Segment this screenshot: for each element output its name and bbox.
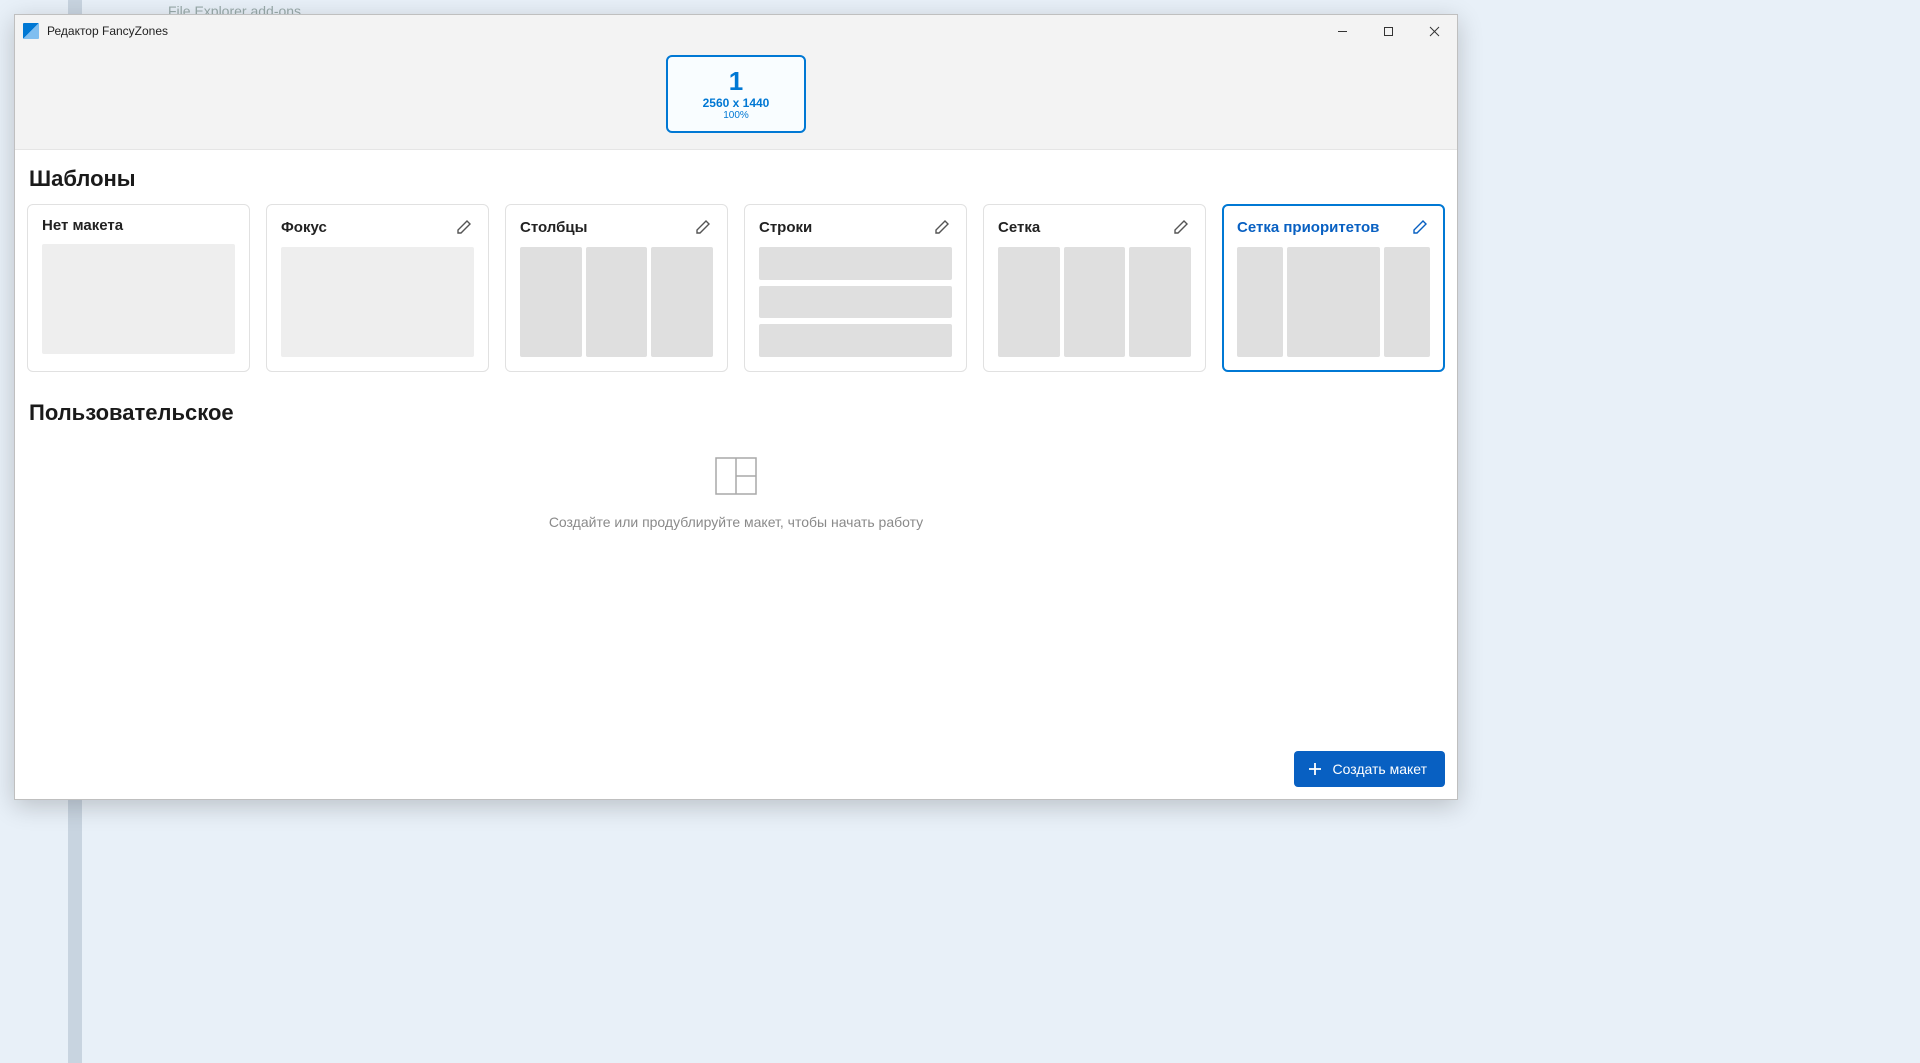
edit-template-button[interactable] (693, 217, 713, 237)
template-label: Строки (759, 219, 812, 236)
template-label: Нет макета (42, 217, 123, 234)
template-card-grid[interactable]: Сетка (983, 204, 1206, 372)
monitor-scale: 100% (723, 110, 749, 121)
custom-heading: Пользовательское (29, 400, 1445, 426)
template-preview-rows (759, 247, 952, 357)
edit-template-button[interactable] (1171, 217, 1191, 237)
monitor-card-1[interactable]: 1 2560 x 1440 100% (666, 55, 806, 133)
pencil-icon (456, 219, 472, 235)
custom-empty-state: Создайте или продублируйте макет, чтобы … (27, 456, 1445, 530)
templates-heading: Шаблоны (29, 166, 1445, 192)
minimize-button[interactable] (1319, 15, 1365, 47)
templates-row: Нет макета Фокус Стол (27, 204, 1445, 372)
template-preview-priority (1237, 247, 1430, 357)
template-label: Фокус (281, 219, 327, 236)
template-card-blank[interactable]: Нет макета (27, 204, 250, 372)
custom-empty-message: Создайте или продублируйте макет, чтобы … (549, 514, 923, 530)
pencil-icon (1412, 219, 1428, 235)
template-preview-blank (42, 244, 235, 354)
plus-icon (1308, 762, 1322, 776)
template-preview-columns (520, 247, 713, 357)
layout-placeholder-icon (714, 456, 758, 496)
close-button[interactable] (1411, 15, 1457, 47)
template-label: Столбцы (520, 219, 587, 236)
fancyzones-editor-window: Редактор FancyZones 1 2560 x 1440 100% Ш… (14, 14, 1458, 800)
template-card-focus[interactable]: Фокус (266, 204, 489, 372)
create-layout-label: Создать макет (1332, 761, 1427, 777)
titlebar[interactable]: Редактор FancyZones (15, 15, 1457, 47)
pencil-icon (1173, 219, 1189, 235)
monitor-index: 1 (729, 68, 743, 94)
edit-template-button[interactable] (1410, 217, 1430, 237)
monitor-selector-bar: 1 2560 x 1440 100% (15, 47, 1457, 150)
template-card-rows[interactable]: Строки (744, 204, 967, 372)
maximize-button[interactable] (1365, 15, 1411, 47)
monitor-resolution: 2560 x 1440 (703, 96, 770, 110)
window-title: Редактор FancyZones (47, 24, 168, 38)
pencil-icon (695, 219, 711, 235)
template-label: Сетка приоритетов (1237, 219, 1379, 236)
template-card-columns[interactable]: Столбцы (505, 204, 728, 372)
template-preview-grid (998, 247, 1191, 357)
template-card-priority-grid[interactable]: Сетка приоритетов (1222, 204, 1445, 372)
edit-template-button[interactable] (454, 217, 474, 237)
template-label: Сетка (998, 219, 1040, 236)
app-icon (23, 23, 39, 39)
create-layout-button[interactable]: Создать макет (1294, 751, 1445, 787)
edit-template-button[interactable] (932, 217, 952, 237)
pencil-icon (934, 219, 950, 235)
template-preview-focus (281, 247, 474, 357)
